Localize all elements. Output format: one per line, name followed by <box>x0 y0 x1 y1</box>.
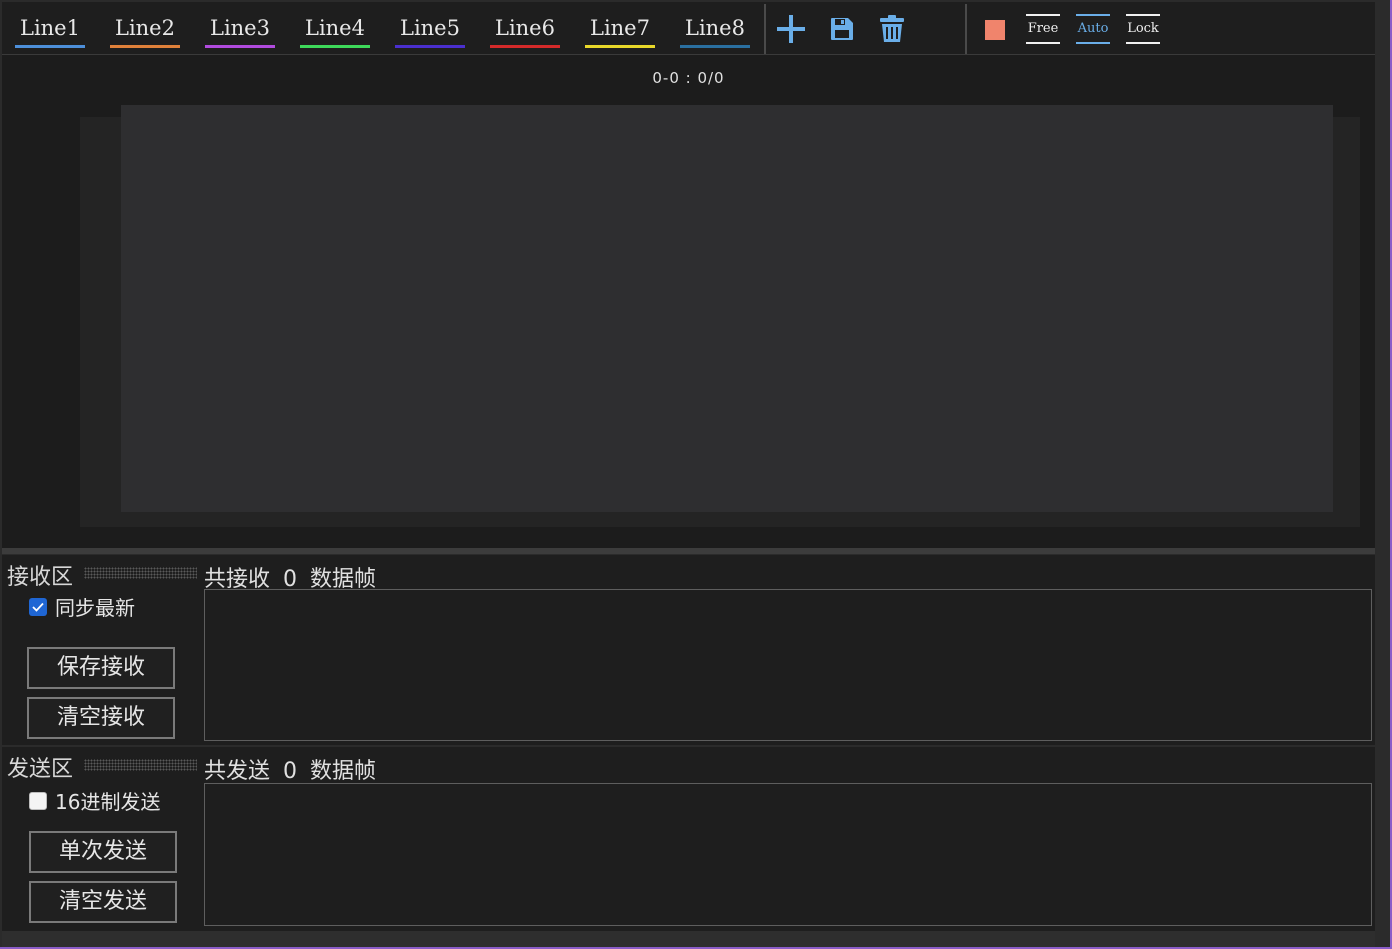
tab-label: Line5 <box>400 16 460 40</box>
toolbar: Line1 Line2 Line3 Line4 Line5 Line6 Line… <box>2 2 1375 55</box>
add-line-button[interactable] <box>774 14 808 44</box>
tab-color-underline <box>395 45 465 48</box>
checkbox-checked[interactable] <box>29 597 47 616</box>
tab-color-underline <box>110 45 180 48</box>
send-pane-grip[interactable] <box>84 759 197 771</box>
tab-label: Line2 <box>115 16 175 40</box>
save-button[interactable] <box>825 14 859 44</box>
stat-suffix: 数据帧 <box>310 759 377 784</box>
send-frame-count: 共发送 0 数据帧 <box>204 753 376 785</box>
line-color-swatch[interactable] <box>985 20 1005 40</box>
tab-label: Line4 <box>305 16 365 40</box>
send-pane: 发送区 共发送 0 数据帧 16进制发送 单次发送 清空发送 <box>2 747 1375 931</box>
bottom-strip <box>2 931 1375 947</box>
mode-top-line <box>1076 14 1110 16</box>
tab-line4[interactable]: Line4 <box>300 16 370 48</box>
tab-line3[interactable]: Line3 <box>205 16 275 48</box>
receive-textarea[interactable] <box>204 589 1372 741</box>
tab-color-underline <box>15 45 85 48</box>
plot-area[interactable]: 0-0 : 0/0 <box>2 55 1375 548</box>
toolbar-divider <box>764 4 766 54</box>
tab-label: Line7 <box>590 16 650 40</box>
tab-line2[interactable]: Line2 <box>110 16 180 48</box>
delete-button[interactable] <box>875 14 909 44</box>
tab-color-underline <box>205 45 275 48</box>
tab-color-underline <box>300 45 370 48</box>
check-icon <box>32 602 44 612</box>
tab-line8[interactable]: Line8 <box>680 16 750 48</box>
plot-canvas[interactable] <box>121 105 1333 512</box>
trash-icon <box>880 15 904 42</box>
mode-bottom-line <box>1076 42 1110 44</box>
hex-send-checkbox[interactable]: 16进制发送 <box>29 786 160 815</box>
toolbar-divider <box>965 4 967 54</box>
sync-latest-checkbox[interactable]: 同步最新 <box>29 592 135 621</box>
clear-receive-button[interactable]: 清空接收 <box>27 697 175 739</box>
receive-pane-title: 接收区 <box>7 565 74 590</box>
send-pane-title: 发送区 <box>7 757 74 782</box>
tab-label: Line8 <box>685 16 745 40</box>
receive-pane-grip[interactable] <box>84 567 197 579</box>
tab-label: Line1 <box>20 16 80 40</box>
checkbox-label: 同步最新 <box>55 596 135 620</box>
mode-label: Auto <box>1077 21 1109 36</box>
tab-color-underline <box>585 45 655 48</box>
mode-bottom-line <box>1026 42 1060 44</box>
tab-label: Line6 <box>495 16 555 40</box>
stat-count: 0 <box>283 759 298 784</box>
tab-line7[interactable]: Line7 <box>585 16 655 48</box>
cursor-coordinate-readout: 0-0 : 0/0 <box>652 69 725 87</box>
right-strip <box>1375 2 1390 947</box>
stat-prefix: 共发送 <box>204 759 271 784</box>
tab-color-underline <box>490 45 560 48</box>
tab-line1[interactable]: Line1 <box>15 16 85 48</box>
mode-top-line <box>1126 14 1160 16</box>
tab-line6[interactable]: Line6 <box>490 16 560 48</box>
mode-auto-button[interactable]: Auto <box>1076 14 1110 44</box>
mode-bottom-line <box>1126 42 1160 44</box>
pane-splitter[interactable] <box>2 548 1375 554</box>
clear-send-button[interactable]: 清空发送 <box>29 881 177 923</box>
mode-label: Free <box>1027 21 1059 36</box>
mode-lock-button[interactable]: Lock <box>1126 14 1160 44</box>
receive-pane: 接收区 共接收 0 数据帧 同步最新 保存接收 清空接收 <box>2 555 1375 745</box>
tab-label: Line3 <box>210 16 270 40</box>
plus-icon <box>777 15 805 43</box>
checkbox-label: 16进制发送 <box>55 790 161 814</box>
tab-color-underline <box>680 45 750 48</box>
mode-free-button[interactable]: Free <box>1026 14 1060 44</box>
single-send-button[interactable]: 单次发送 <box>29 831 177 873</box>
mode-top-line <box>1026 14 1060 16</box>
checkbox-unchecked[interactable] <box>29 791 47 810</box>
save-receive-button[interactable]: 保存接收 <box>27 647 175 689</box>
send-textarea[interactable] <box>204 783 1372 926</box>
floppy-disk-icon <box>831 18 853 40</box>
mode-label: Lock <box>1127 21 1159 36</box>
tab-line5[interactable]: Line5 <box>395 16 465 48</box>
